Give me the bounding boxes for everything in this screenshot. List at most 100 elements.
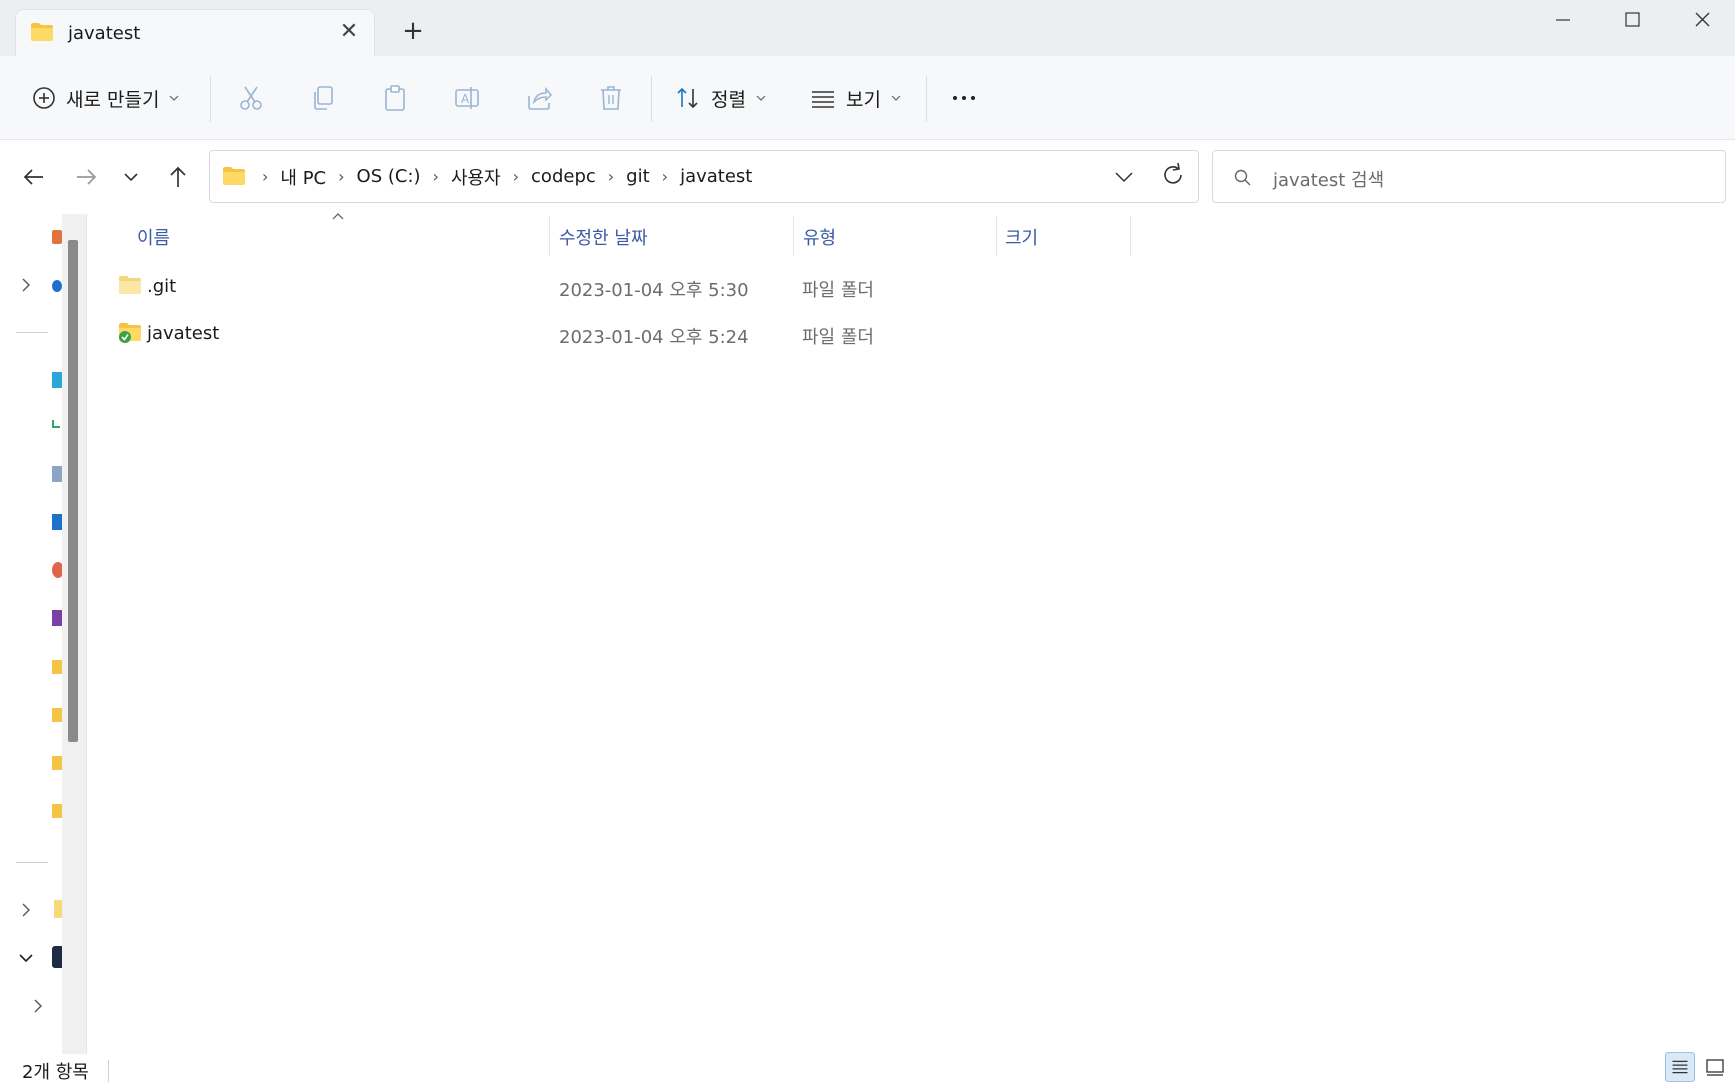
view-label: 보기 <box>846 88 881 111</box>
file-modified: 2023-01-04 오후 5:30 <box>559 280 749 301</box>
toolbar-divider <box>926 76 927 122</box>
column-header-size[interactable]: 크기 <box>1005 224 1038 250</box>
column-header-name[interactable]: 이름 <box>137 224 170 250</box>
view-button[interactable]: 보기 <box>810 78 901 118</box>
file-modified: 2023-01-04 오후 5:24 <box>559 327 749 348</box>
address-bar[interactable]: › 내 PC › OS (C:) › 사용자 › codepc › git › … <box>209 150 1199 203</box>
folder-icon[interactable] <box>54 900 62 918</box>
list-view-icon <box>812 91 834 108</box>
table-row[interactable]: .git 2023-01-04 오후 5:30 파일 폴더 <box>100 268 1140 306</box>
breadcrumb-git[interactable]: git <box>622 166 653 187</box>
synced-folder-icon <box>119 323 141 343</box>
cut-icon[interactable] <box>237 84 265 112</box>
chevron-right-icon[interactable]: › <box>654 167 676 186</box>
folder-icon <box>119 276 141 294</box>
chevron-right-icon[interactable]: › <box>425 167 447 186</box>
downloads-icon[interactable] <box>52 420 60 428</box>
back-arrow-icon[interactable] <box>17 160 51 194</box>
recent-locations-chevron-icon[interactable] <box>114 160 148 194</box>
breadcrumb-this-pc[interactable]: 내 PC <box>276 164 330 190</box>
nav-divider <box>16 332 48 333</box>
tab-javatest[interactable]: javatest ✕ <box>15 9 375 56</box>
address-history-chevron-icon[interactable] <box>1110 163 1138 191</box>
new-tab-button[interactable]: + <box>398 16 428 46</box>
close-tab-icon[interactable]: ✕ <box>336 19 362 45</box>
file-type: 파일 폴더 <box>802 280 874 301</box>
search-input[interactable]: javatest 검색 <box>1212 150 1726 203</box>
folder-icon <box>223 167 245 185</box>
breadcrumb-users[interactable]: 사용자 <box>447 164 505 190</box>
status-divider <box>108 1060 109 1082</box>
details-view-icon[interactable] <box>1665 1052 1695 1082</box>
chevron-right-icon[interactable]: › <box>254 167 276 186</box>
plus-circle-icon <box>33 87 55 109</box>
chevron-right-icon[interactable]: › <box>600 167 622 186</box>
documents-icon[interactable] <box>52 466 62 482</box>
rename-icon[interactable]: A <box>453 84 481 112</box>
folder-icon[interactable] <box>52 660 62 674</box>
folder-icon <box>31 23 53 41</box>
delete-icon[interactable] <box>597 84 625 112</box>
column-divider[interactable] <box>793 216 794 256</box>
column-divider[interactable] <box>996 216 997 256</box>
new-button-label: 새로 만들기 <box>66 88 160 111</box>
share-icon[interactable] <box>525 84 553 112</box>
sort-ascending-icon <box>332 213 344 220</box>
search-icon <box>1234 169 1251 186</box>
folder-icon[interactable] <box>52 708 62 722</box>
chevron-down-icon[interactable] <box>18 950 34 966</box>
large-icons-view-icon[interactable] <box>1700 1052 1730 1082</box>
chevron-down-icon <box>756 95 766 101</box>
pictures-icon[interactable] <box>52 514 62 530</box>
videos-icon[interactable] <box>52 610 62 626</box>
up-arrow-icon[interactable] <box>161 160 195 194</box>
file-name: javatest <box>147 323 220 344</box>
more-options-icon[interactable] <box>950 84 978 112</box>
status-item-count: 2개 항목 <box>22 1062 89 1083</box>
chevron-right-icon[interactable]: › <box>330 167 352 186</box>
nav-divider <box>16 862 48 863</box>
maximize-icon[interactable] <box>1598 0 1666 40</box>
refresh-icon[interactable] <box>1158 160 1188 190</box>
column-header-modified[interactable]: 수정한 날짜 <box>559 224 648 250</box>
chevron-right-icon[interactable] <box>18 902 34 918</box>
column-divider[interactable] <box>549 216 550 256</box>
toolbar-divider <box>210 76 211 122</box>
tab-title: javatest <box>68 23 141 44</box>
breadcrumb: › 내 PC › OS (C:) › 사용자 › codepc › git › … <box>254 151 756 202</box>
command-bar: 새로 만들기 A 정렬 보기 <box>0 56 1735 140</box>
folder-icon[interactable] <box>52 804 62 818</box>
table-row[interactable]: javatest 2023-01-04 오후 5:24 파일 폴더 <box>100 315 1140 353</box>
file-name: .git <box>147 276 177 297</box>
home-icon[interactable] <box>52 230 62 244</box>
search-placeholder: javatest 검색 <box>1273 170 1385 191</box>
copy-icon[interactable] <box>309 84 337 112</box>
sort-button[interactable]: 정렬 <box>675 78 766 118</box>
close-window-icon[interactable] <box>1668 0 1735 40</box>
breadcrumb-os-c[interactable]: OS (C:) <box>353 166 425 187</box>
chevron-right-icon[interactable]: › <box>505 167 527 186</box>
chevron-down-icon <box>891 95 901 101</box>
file-type: 파일 폴더 <box>802 327 874 348</box>
onedrive-icon[interactable] <box>52 280 62 292</box>
title-bar: javatest ✕ + <box>0 0 1735 56</box>
chevron-right-icon[interactable] <box>18 277 34 293</box>
svg-text:A: A <box>461 92 470 106</box>
chevron-right-icon[interactable] <box>30 998 46 1014</box>
pane-divider <box>86 214 87 1054</box>
sort-label: 정렬 <box>711 88 746 111</box>
chevron-down-icon <box>170 95 179 101</box>
column-divider[interactable] <box>1130 216 1131 256</box>
forward-arrow-icon[interactable] <box>69 160 103 194</box>
breadcrumb-codepc[interactable]: codepc <box>527 166 600 187</box>
toolbar-divider <box>651 76 652 122</box>
column-header-type[interactable]: 유형 <box>803 224 836 250</box>
new-button[interactable]: 새로 만들기 <box>32 78 179 118</box>
breadcrumb-javatest[interactable]: javatest <box>676 166 756 187</box>
paste-icon[interactable] <box>381 84 409 112</box>
sort-icon <box>677 87 698 109</box>
minimize-icon[interactable] <box>1528 0 1596 40</box>
nav-scrollbar-thumb[interactable] <box>68 240 78 742</box>
folder-icon[interactable] <box>52 756 62 770</box>
desktop-icon[interactable] <box>52 372 62 388</box>
